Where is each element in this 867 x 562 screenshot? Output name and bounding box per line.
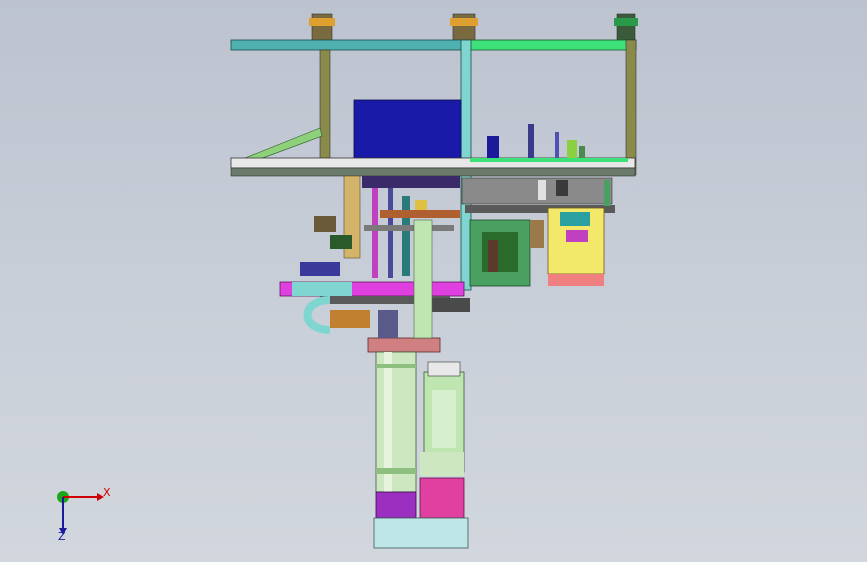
cable-loop[interactable]	[303, 296, 331, 334]
frame-post-left[interactable]	[319, 49, 331, 163]
top-rail-left[interactable]	[230, 39, 467, 51]
motor-base[interactable]	[419, 477, 465, 519]
floor-plate[interactable]	[373, 517, 469, 549]
cylinder-small-b[interactable]	[567, 140, 577, 158]
top-sensor-left[interactable]	[309, 13, 335, 41]
diagonal-brace[interactable]	[244, 127, 323, 163]
platform-underside[interactable]	[230, 167, 636, 177]
z-axis-label: Z	[58, 530, 66, 543]
frame-post-right[interactable]	[625, 39, 637, 176]
mount-plate[interactable]	[367, 337, 441, 353]
column-base[interactable]	[375, 491, 417, 519]
top-rail-right[interactable]	[465, 39, 637, 51]
blue-housing-block[interactable]	[353, 99, 462, 159]
top-sensor-right[interactable]	[614, 13, 638, 41]
assembly-model[interactable]	[0, 0, 867, 562]
x-axis-label: X	[103, 486, 111, 499]
top-sensor-middle[interactable]	[450, 13, 478, 41]
coordinate-triad	[57, 491, 104, 535]
cylinder-small-a[interactable]	[487, 136, 499, 158]
cad-viewport[interactable]: X Z	[0, 0, 867, 562]
